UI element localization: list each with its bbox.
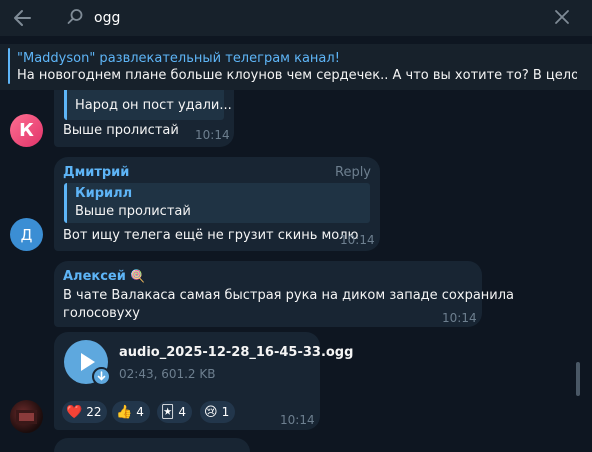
- sender-emoji: 🍭: [130, 269, 146, 283]
- sender-name-text: Алексей: [63, 269, 126, 284]
- message-time: 10:14: [340, 233, 375, 247]
- message-text-line2: голосовуху: [63, 306, 140, 321]
- file-meta: 02:43, 601.2 KB: [119, 367, 216, 381]
- reply-quote-text: Народ он пост удали...: [75, 98, 232, 113]
- pinned-title: "Maddyson" развлекательный телеграм кана…: [17, 51, 340, 66]
- message-bubble[interactable]: Дмитрий Reply Кирилл Выше пролистай Вот …: [54, 157, 380, 251]
- pinned-text: На новогоднем плане больше клоунов чем с…: [17, 68, 577, 83]
- search-icon: [66, 8, 84, 26]
- message-time: 10:14: [280, 413, 315, 427]
- message-time: 10:14: [442, 311, 477, 325]
- message-time: 10:14: [195, 128, 230, 142]
- message-bubble[interactable]: Алексей 🍭 В чате Валакаса самая быстрая …: [54, 261, 514, 327]
- arrow-left-icon: [14, 10, 31, 26]
- file-name: audio_2025-12-28_16-45-33.ogg: [119, 345, 354, 360]
- reaction-card[interactable]: 🃏 4: [157, 401, 192, 423]
- heart-icon: ❤️: [66, 404, 83, 420]
- message-text: Выше пролистай: [63, 123, 179, 138]
- back-button[interactable]: [12, 7, 34, 29]
- reaction-heart[interactable]: ❤️ 22: [62, 401, 108, 423]
- sender-name[interactable]: Алексей 🍭: [63, 269, 145, 284]
- message-bubble[interactable]: Народ он пост удали... Выше пролистай 10…: [54, 90, 234, 147]
- thumbs-up-icon: 👍: [116, 404, 133, 420]
- close-icon: [555, 10, 569, 24]
- reply-button[interactable]: Reply: [335, 165, 371, 180]
- search-input[interactable]: [94, 8, 514, 28]
- avatar-photo-icon: [16, 410, 37, 424]
- message-bubble[interactable]: [54, 438, 250, 452]
- reaction-sad[interactable]: 😢 1: [200, 401, 236, 423]
- pinned-message[interactable]: "Maddyson" развлекательный телеграм кана…: [0, 44, 592, 90]
- sad-face-icon: 😢: [204, 404, 218, 420]
- scrollbar-thumb[interactable]: [576, 362, 580, 396]
- message-text: Вот ищу телега ещё не грузит скинь молю: [63, 228, 359, 243]
- reaction-thumbs-up[interactable]: 👍 4: [112, 401, 150, 423]
- avatar[interactable]: Д: [10, 218, 43, 251]
- avatar-letter: Д: [20, 225, 33, 244]
- clear-search-button[interactable]: [552, 7, 572, 27]
- reply-quote-author: Кирилл: [75, 186, 133, 201]
- message-text-line1: В чате Валакаса самая быстрая рука на ди…: [63, 288, 515, 303]
- search-bar: [0, 0, 592, 36]
- avatar[interactable]: [10, 400, 43, 433]
- reply-quote-text: Выше пролистай: [75, 204, 191, 219]
- reaction-count: 4: [178, 405, 186, 419]
- reaction-count: 22: [86, 405, 102, 419]
- reaction-count: 4: [136, 405, 144, 419]
- card-icon: 🃏: [161, 404, 175, 420]
- reaction-count: 1: [221, 405, 230, 419]
- download-button[interactable]: [92, 367, 111, 386]
- sender-name[interactable]: Дмитрий: [63, 165, 129, 180]
- avatar[interactable]: К: [10, 114, 43, 147]
- reply-quote[interactable]: Кирилл Выше пролистай: [64, 183, 370, 223]
- avatar-letter: К: [19, 120, 34, 141]
- download-icon: [97, 371, 106, 381]
- pinned-indicator: [8, 48, 10, 84]
- reply-quote[interactable]: Народ он пост удали...: [64, 90, 232, 120]
